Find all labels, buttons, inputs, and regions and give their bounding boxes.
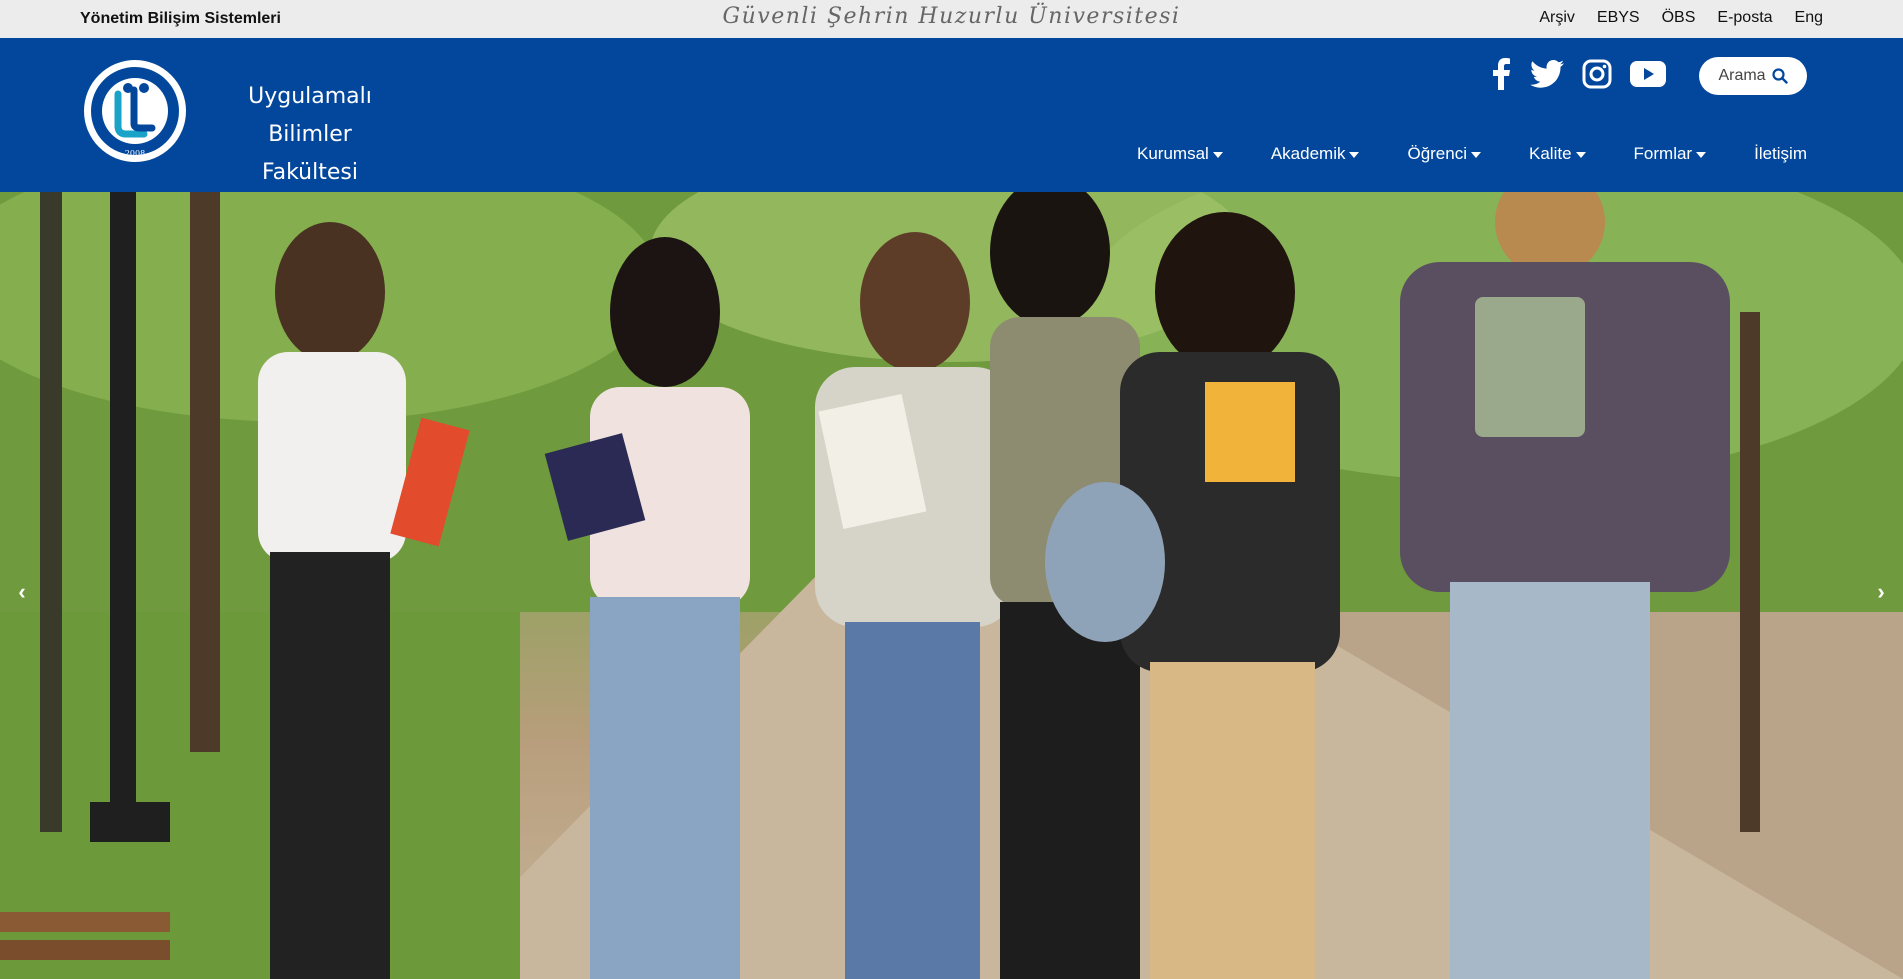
nav-label: İletişim xyxy=(1754,144,1807,163)
facebook-icon[interactable] xyxy=(1490,58,1512,90)
slider-prev-arrow[interactable]: ‹ xyxy=(10,580,34,604)
nav-label: Formlar xyxy=(1633,144,1693,163)
main-navigation: Kurumsal Akademik Öğrenci Kalite Formlar… xyxy=(1089,144,1807,164)
top-utility-bar: Yönetim Bilişim Sistemleri Güvenli Şehri… xyxy=(0,0,1903,38)
search-label: Arama xyxy=(1718,67,1766,84)
english-link[interactable]: Eng xyxy=(1795,9,1823,27)
site-header: 2008 Uygulamalı Bilimler Fakültesi Arama… xyxy=(0,38,1903,192)
nav-label: Kurumsal xyxy=(1137,144,1209,163)
nav-label: Kalite xyxy=(1529,144,1572,163)
nav-item-kalite[interactable]: Kalite xyxy=(1529,144,1586,164)
top-links: Arşiv EBYS ÖBS E-posta Eng xyxy=(1517,9,1823,27)
nav-item-formlar[interactable]: Formlar xyxy=(1634,144,1707,164)
hero-slider: ‹ › xyxy=(0,192,1903,979)
social-links xyxy=(1490,58,1684,90)
twitter-icon[interactable] xyxy=(1530,60,1564,88)
search-icon xyxy=(1771,68,1788,84)
nav-item-akademik[interactable]: Akademik xyxy=(1271,144,1360,164)
caret-down-icon xyxy=(1349,152,1360,158)
faculty-title[interactable]: Uygulamalı Bilimler Fakültesi xyxy=(205,78,415,192)
logo-year: 2008 xyxy=(125,149,145,158)
instagram-icon[interactable] xyxy=(1582,59,1612,89)
caret-down-icon xyxy=(1212,152,1223,158)
caret-down-icon xyxy=(1471,152,1481,158)
nav-item-ogrenci[interactable]: Öğrenci xyxy=(1407,144,1481,164)
hero-image-students xyxy=(0,192,1903,979)
caret-down-icon xyxy=(1575,152,1586,158)
caret-down-icon xyxy=(1696,152,1707,158)
youtube-icon[interactable] xyxy=(1630,61,1666,87)
ebys-link[interactable]: EBYS xyxy=(1597,9,1640,27)
nav-item-kurumsal[interactable]: Kurumsal xyxy=(1137,144,1223,164)
search-button[interactable]: Arama xyxy=(1699,57,1807,95)
nav-label: Öğrenci xyxy=(1407,144,1467,163)
email-link[interactable]: E-posta xyxy=(1717,9,1772,27)
nav-item-iletisim[interactable]: İletişim xyxy=(1754,144,1807,164)
university-logo[interactable]: 2008 xyxy=(82,58,188,164)
obs-link[interactable]: ÖBS xyxy=(1662,9,1696,27)
archive-link[interactable]: Arşiv xyxy=(1539,9,1575,27)
slider-next-arrow[interactable]: › xyxy=(1869,580,1893,604)
nav-label: Akademik xyxy=(1270,144,1346,163)
faculty-title-line1: Uygulamalı Bilimler xyxy=(248,84,372,147)
faculty-title-line2: Fakültesi xyxy=(262,160,358,185)
